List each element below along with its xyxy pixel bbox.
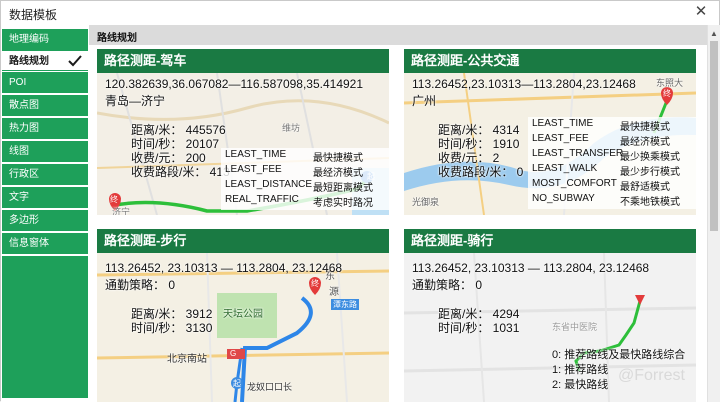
sidebar-filler <box>2 256 88 398</box>
strategy-text: 通勤策略： 0 <box>412 278 483 292</box>
legend-row: LEAST_WALK 最少步行模式 <box>528 162 696 178</box>
map-district-label: 东照大 <box>656 78 684 88</box>
sidebar-item-geocoding[interactable]: 地理编码 <box>2 29 88 50</box>
sidebar-item-text[interactable]: 文字 <box>2 187 88 208</box>
legend-key: MOST_COMFORT <box>532 178 617 189</box>
sidebar-item-heatmap[interactable]: 热力图 <box>2 118 88 139</box>
map-area-label: 源 <box>329 287 339 298</box>
scroll-thumb[interactable] <box>710 41 718 231</box>
map-park-label: 天坛公园 <box>223 309 263 320</box>
route-name: 青岛—济宁 <box>105 94 166 108</box>
sidebar-item-line[interactable]: 线图 <box>2 141 88 162</box>
time-text: 时间/秒： 1031 <box>438 321 520 335</box>
sidebar-item-district[interactable]: 行政区 <box>2 164 88 185</box>
main-content: 路线规划 路径测距-驾车 起 终 维坊 <box>89 25 707 402</box>
content-header: 路线规划 <box>89 25 707 45</box>
legend-value: 最短距离模式 <box>313 183 373 194</box>
legend-value: 最经济模式 <box>620 137 670 148</box>
driving-card: 路径测距-驾车 起 终 维坊 济宁 120.38 <box>97 49 389 215</box>
end-marker-label: 终 <box>311 279 319 288</box>
title-bar: 数据模板 ✕ <box>1 1 719 25</box>
data-template-window: 数据模板 ✕ 地理编码 路线规划 POI 散点图 热力图 线图 行政区 文字 多… <box>0 0 720 402</box>
legend-key: LEAST_WALK <box>532 163 598 174</box>
sidebar-item-polygon[interactable]: 多边形 <box>2 210 88 231</box>
strategy-text: 通勤策略： 0 <box>105 278 176 292</box>
coordinate-text: 120.382639,36.067082—116.587098,35.41492… <box>105 77 364 91</box>
map-station-label: 北京南站 <box>167 354 207 365</box>
coordinate-text: 113.26452, 23.10313 — 113.2804, 23.12468 <box>412 261 650 275</box>
legend-row: LEAST_TIME 最快捷模式 <box>528 117 696 133</box>
map-city-label: 维坊 <box>282 123 301 133</box>
legend-key: REAL_TRAFFIC <box>225 194 299 205</box>
coordinate-text: 113.26452,23.10313—113.2804,23.12468 <box>412 77 636 91</box>
legend-key: LEAST_TIME <box>225 149 287 160</box>
toll-distance-text: 收费路段/米： 0 <box>438 165 524 179</box>
legend-value: 考虑实时路况 <box>313 198 373 209</box>
legend-row: LEAST_TRANSFER 最少换乘模式 <box>528 147 696 163</box>
transit-card: 路径测距-公共交通 终 东照大 光御泉 113.26452,23.10313—1… <box>404 49 696 215</box>
watermark: @Forrest <box>618 367 685 384</box>
legend-row: LEAST_TIME 最快捷模式 <box>221 148 389 164</box>
legend-key: LEAST_FEE <box>532 133 589 144</box>
sidebar-item-scatter[interactable]: 散点图 <box>2 95 88 116</box>
legend-row: NO_SUBWAY 不乘地铁模式 <box>528 192 696 208</box>
vertical-scrollbar[interactable]: ▲ <box>707 25 720 402</box>
window-title: 数据模板 <box>9 8 58 22</box>
riding-option: 1: 推荐路线 <box>552 364 609 376</box>
legend-row: REAL_TRAFFIC 考虑实时路况 <box>221 193 389 209</box>
end-marker-label: 终 <box>110 195 118 204</box>
riding-map-panel[interactable]: 东省中医院 113.26452, 23.10313 — 113.2804, 23… <box>404 253 696 402</box>
end-marker-label: 终 <box>663 89 671 98</box>
coordinate-text: 113.26452, 23.10313 — 113.2804, 23.12468 <box>105 261 343 275</box>
driving-mode-legend: LEAST_TIME 最快捷模式 LEAST_FEE 最经济模式 LEAST_D… <box>221 148 389 210</box>
driving-card-title: 路径测距-驾车 <box>97 49 389 73</box>
sidebar-item-label: 路线规划 <box>9 56 49 67</box>
route-name: 广州 <box>412 94 437 108</box>
legend-value: 最少换乘模式 <box>620 152 680 163</box>
legend-key: LEAST_FEE <box>225 164 282 175</box>
legend-value: 最经济模式 <box>313 168 363 179</box>
map-road-label: 潭东路 <box>331 299 359 310</box>
riding-card: 路径测距-骑行 东省中医院 113.26452, 23.10313 — 113.… <box>404 229 696 402</box>
map-bridge-label: 龙奴口口长 <box>247 382 293 392</box>
legend-key: NO_SUBWAY <box>532 193 595 204</box>
map-city-label: 济宁 <box>112 207 131 215</box>
riding-option: 0: 推荐路线及最快路线综合 <box>552 349 686 361</box>
walking-map-panel[interactable]: 终 起 天坛公园 北京南站 龙奴口口长 东 源 潭东路 G 113.26452,… <box>97 253 389 402</box>
map-place-label: 光御泉 <box>412 197 440 207</box>
sidebar-item-info-window[interactable]: 信息窗体 <box>2 233 88 254</box>
legend-value: 最快捷模式 <box>313 153 363 164</box>
time-text: 时间/秒： 3130 <box>131 321 213 335</box>
transit-mode-legend: LEAST_TIME 最快捷模式 LEAST_FEE 最经济模式 LEAST_T… <box>528 117 696 209</box>
toll-distance-text: 收费路段/米： 413 <box>131 165 230 179</box>
legend-key: LEAST_DISTANCE <box>225 179 313 190</box>
sidebar-item-poi[interactable]: POI <box>2 72 88 93</box>
transit-map-panel[interactable]: 终 东照大 光御泉 113.26452,23.10313—113.2804,23… <box>404 73 696 215</box>
walking-card-title: 路径测距-步行 <box>97 229 389 253</box>
sidebar-item-route-planning[interactable]: 路线规划 <box>2 50 88 71</box>
legend-value: 不乘地铁模式 <box>620 197 680 208</box>
legend-value: 最少步行模式 <box>620 167 680 178</box>
legend-value: 最舒适模式 <box>620 182 670 193</box>
sidebar: 地理编码 路线规划 POI 散点图 热力图 线图 行政区 文字 多边形 信息窗体 <box>1 25 89 402</box>
legend-value: 最快捷模式 <box>620 122 670 133</box>
riding-option: 2: 最快路线 <box>552 379 609 391</box>
transit-card-title: 路径测距-公共交通 <box>404 49 696 73</box>
checkmark-icon <box>68 55 82 67</box>
legend-row: LEAST_FEE 最经济模式 <box>528 132 696 148</box>
legend-row: MOST_COMFORT 最舒适模式 <box>528 177 696 193</box>
map-highway-label: G <box>230 349 237 358</box>
legend-key: LEAST_TIME <box>532 118 594 129</box>
map-place-label: 东省中医院 <box>552 322 598 332</box>
page-title: 路线规划 <box>97 33 137 44</box>
riding-card-title: 路径测距-骑行 <box>404 229 696 253</box>
legend-key: LEAST_TRANSFER <box>532 148 624 159</box>
legend-row: LEAST_DISTANCE 最短距离模式 <box>221 178 389 194</box>
close-icon[interactable]: ✕ <box>693 4 709 20</box>
scroll-up-icon[interactable]: ▲ <box>710 29 718 38</box>
driving-map-panel[interactable]: 起 终 维坊 济宁 120.382639,36.067082—116.58709… <box>97 73 389 215</box>
legend-row: LEAST_FEE 最经济模式 <box>221 163 389 179</box>
walking-card: 路径测距-步行 终 起 天坛公园 北京南站 龙奴口口长 东 源 潭东路 G 11… <box>97 229 389 402</box>
start-marker-label: 起 <box>233 379 241 388</box>
